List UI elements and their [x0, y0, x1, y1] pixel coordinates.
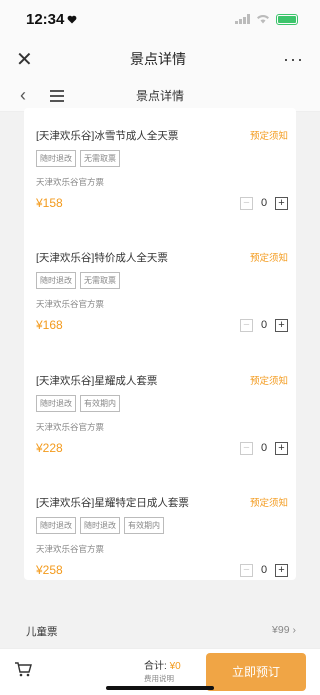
ticket-tag: 随时退改	[36, 150, 76, 167]
ticket-price: ¥168	[36, 318, 63, 332]
battery-icon	[276, 13, 298, 25]
book-now-button[interactable]: 立即预订	[206, 653, 306, 691]
close-icon[interactable]: ✕	[16, 47, 36, 72]
ticket-price: ¥258	[36, 563, 63, 577]
ticket-tag: 随时退改	[36, 517, 76, 534]
quantity-stepper: − 0 +	[240, 441, 288, 455]
wifi-icon	[257, 15, 269, 24]
ticket-price: ¥228	[36, 441, 63, 455]
booking-notice-link[interactable]: 预定须知	[250, 373, 288, 387]
status-time: 12:34	[26, 11, 77, 28]
app-header: ✕ 景点详情 ···	[0, 38, 320, 80]
ticket-tag: 无需取票	[80, 150, 120, 167]
signal-icon	[235, 14, 250, 24]
ticket-name: [天津欢乐谷]星耀特定日成人套票	[36, 497, 189, 509]
status-bar: 12:34	[0, 0, 320, 38]
ticket-item: [天津欢乐谷]星耀成人套票 预定须知 随时退改 有效期内 天津欢乐谷官方票 ¥2…	[36, 373, 288, 455]
fee-explanation-link[interactable]: 费用说明	[144, 673, 174, 684]
ticket-source: 天津欢乐谷官方票	[36, 422, 105, 432]
cart-icon[interactable]	[14, 661, 32, 677]
kids-ticket-row[interactable]: 儿童票 ¥99 ›	[26, 624, 296, 639]
ticket-tags: 随时退改 无需取票	[36, 150, 288, 167]
quantity-stepper: − 0 +	[240, 318, 288, 332]
ticket-tags: 随时退改 无需取票	[36, 272, 288, 289]
quantity-value: 0	[260, 564, 268, 576]
kids-ticket-price: ¥99 ›	[272, 624, 296, 636]
ticket-source: 天津欢乐谷官方票	[36, 299, 105, 309]
ticket-source: 天津欢乐谷官方票	[36, 544, 105, 554]
home-indicator	[106, 686, 214, 690]
ticket-name: [天津欢乐谷]冰雪节成人全天票	[36, 130, 179, 142]
plus-button[interactable]: +	[275, 563, 288, 577]
ticket-price: ¥158	[36, 196, 63, 210]
more-options-icon[interactable]: ···	[280, 49, 304, 70]
plus-button[interactable]: +	[275, 441, 288, 455]
total-value: ¥0	[169, 661, 181, 672]
menu-icon[interactable]	[50, 89, 64, 102]
kids-ticket-label: 儿童票	[26, 626, 58, 638]
total-label: 合计:	[144, 661, 167, 672]
ticket-tag: 有效期内	[80, 395, 120, 412]
quantity-value: 0	[260, 197, 268, 209]
ticket-item: [天津欢乐谷]冰雪节成人全天票 预定须知 随时退改 无需取票 天津欢乐谷官方票 …	[36, 128, 288, 210]
heart-icon	[67, 15, 77, 23]
ticket-item: [天津欢乐谷]特价成人全天票 预定须知 随时退改 无需取票 天津欢乐谷官方票 ¥…	[36, 250, 288, 332]
booking-notice-link[interactable]: 预定须知	[250, 128, 288, 142]
booking-notice-link[interactable]: 预定须知	[250, 495, 288, 509]
ticket-tags: 随时退改 随时退改 有效期内	[36, 517, 288, 534]
plus-button[interactable]: +	[275, 318, 288, 332]
plus-button[interactable]: +	[275, 196, 288, 210]
page-title: 景点详情	[130, 51, 186, 67]
order-total: 合计: ¥0	[144, 657, 181, 672]
minus-button[interactable]: −	[240, 196, 253, 210]
ticket-tags: 随时退改 有效期内	[36, 395, 288, 412]
ticket-tag: 随时退改	[36, 395, 76, 412]
clock-text: 12:34	[26, 10, 65, 28]
quantity-stepper: − 0 +	[240, 196, 288, 210]
minus-button[interactable]: −	[240, 441, 253, 455]
minus-button[interactable]: −	[240, 318, 253, 332]
ticket-tag: 随时退改	[36, 272, 76, 289]
ticket-tag: 无需取票	[80, 272, 120, 289]
ticket-source: 天津欢乐谷官方票	[36, 177, 105, 187]
ticket-tag: 随时退改	[80, 517, 120, 534]
subnav-title: 景点详情	[135, 89, 184, 103]
quantity-value: 0	[260, 319, 268, 331]
ticket-name: [天津欢乐谷]星耀成人套票	[36, 375, 158, 387]
back-chevron-icon[interactable]: ‹	[20, 85, 40, 106]
quantity-value: 0	[260, 442, 268, 454]
system-icons	[235, 13, 298, 25]
minus-button[interactable]: −	[240, 563, 253, 577]
quantity-stepper: − 0 +	[240, 563, 288, 577]
ticket-tag: 有效期内	[124, 517, 164, 534]
booking-notice-link[interactable]: 预定须知	[250, 250, 288, 264]
ticket-item: [天津欢乐谷]星耀特定日成人套票 预定须知 随时退改 随时退改 有效期内 天津欢…	[36, 495, 288, 577]
ticket-name: [天津欢乐谷]特价成人全天票	[36, 252, 168, 264]
